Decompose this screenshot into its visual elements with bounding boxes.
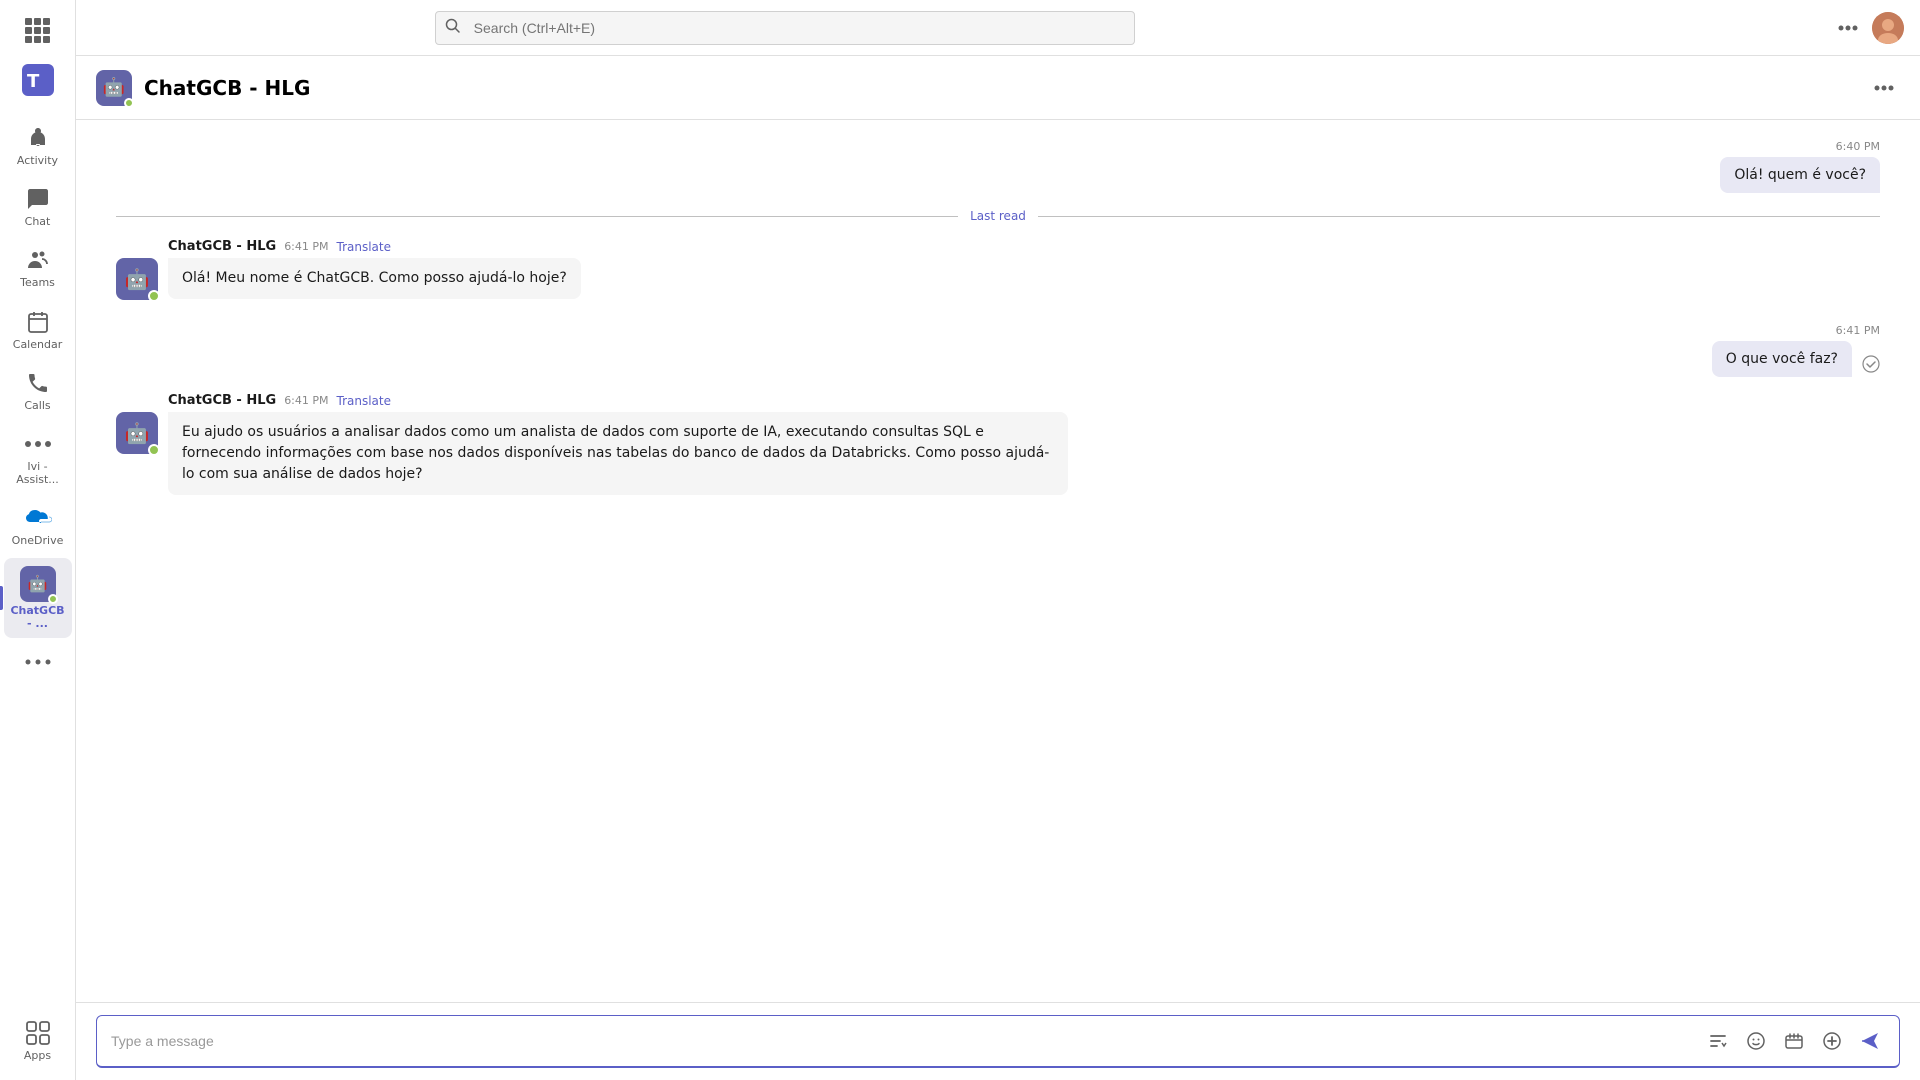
sidebar-item-calendar[interactable]: Calendar <box>4 300 72 359</box>
search-bar <box>435 11 1135 45</box>
last-read-label: Last read <box>970 209 1026 223</box>
sidebar-item-apps-label: Apps <box>24 1049 51 1062</box>
message-row-outgoing-2: 6:41 PM O que você faz? <box>116 324 1880 377</box>
search-icon <box>445 18 461 38</box>
divider-right <box>1038 216 1880 217</box>
sidebar-item-apps[interactable]: Apps <box>4 1011 72 1070</box>
incoming-avatar-online-2 <box>148 444 160 456</box>
sidebar-item-chatgcb[interactable]: 🤖 ChatGCB - ... <box>4 558 72 638</box>
incoming-time-1: 6:41 PM <box>284 240 328 253</box>
incoming-meta-2: ChatGCB - HLG 6:41 PM Translate <box>116 393 391 408</box>
sidebar-item-calls-label: Calls <box>24 399 50 412</box>
delivered-icon <box>1862 355 1880 377</box>
sidebar-item-calls[interactable]: Calls <box>4 361 72 420</box>
incoming-sender-2: ChatGCB - HLG <box>168 393 276 408</box>
chatgcb-icon: 🤖 <box>20 566 56 602</box>
sidebar-item-onedrive-label: OneDrive <box>12 534 64 547</box>
topbar-more-button[interactable] <box>1832 12 1864 44</box>
incoming-bubble-2: Eu ajudo os usuários a analisar dados co… <box>168 412 1068 495</box>
sidebar-item-teams[interactable]: Teams <box>4 238 72 297</box>
translate-link-2[interactable]: Translate <box>337 394 392 408</box>
chat-header-right <box>1868 72 1900 104</box>
sidebar-item-chat-label: Chat <box>25 215 51 228</box>
sidebar-item-waffle[interactable] <box>4 8 72 52</box>
incoming-bubble-wrap-2: 🤖 Eu ajudo os usuários a analisar dados … <box>116 412 1068 495</box>
emoji-button[interactable] <box>1741 1026 1771 1056</box>
outgoing-bubble-1: Olá! quem é você? <box>1720 157 1880 193</box>
sidebar-item-onedrive[interactable]: OneDrive <box>4 496 72 555</box>
message-input-area <box>76 1002 1920 1080</box>
last-read-divider: Last read <box>116 209 1880 223</box>
incoming-avatar-1: 🤖 <box>116 258 158 300</box>
incoming-avatar-2: 🤖 <box>116 412 158 454</box>
chat-header: 🤖 ChatGCB - HLG <box>76 56 1920 120</box>
sidebar-item-assistant-label: Ivi - Assist... <box>8 460 68 486</box>
incoming-time-2: 6:41 PM <box>284 394 328 407</box>
sidebar-item-chatgcb-label: ChatGCB - ... <box>8 604 68 630</box>
incoming-avatar-online-1 <box>148 290 160 302</box>
message-input-box <box>96 1015 1900 1068</box>
chat-bot-avatar: 🤖 <box>96 70 132 106</box>
chat-title: ChatGCB - HLG <box>144 76 310 100</box>
sticker-button[interactable] <box>1779 1026 1809 1056</box>
apps-icon <box>24 1019 52 1047</box>
sidebar-item-teams-label: Teams <box>20 276 55 289</box>
send-button[interactable] <box>1855 1026 1885 1056</box>
message-time-3: 6:41 PM <box>1836 324 1880 337</box>
message-row-incoming-2: ChatGCB - HLG 6:41 PM Translate 🤖 Eu aju… <box>116 393 1880 495</box>
calls-icon <box>24 369 52 397</box>
topbar-right <box>1832 12 1904 44</box>
incoming-sender-1: ChatGCB - HLG <box>168 239 276 254</box>
assistant-icon <box>24 430 52 458</box>
outgoing-bubble-row-2: O que você faz? <box>1712 341 1880 377</box>
input-actions <box>1703 1026 1885 1056</box>
search-input[interactable] <box>435 11 1135 45</box>
sidebar-item-chat[interactable]: Chat <box>4 177 72 236</box>
teams-logo: T <box>14 56 62 108</box>
more-icon <box>24 648 52 676</box>
incoming-bubble-1: Olá! Meu nome é ChatGCB. Como posso ajud… <box>168 258 581 299</box>
attach-button[interactable] <box>1817 1026 1847 1056</box>
sidebar-item-activity-label: Activity <box>17 154 58 167</box>
topbar <box>76 0 1920 56</box>
outgoing-bubble-2: O que você faz? <box>1712 341 1852 377</box>
incoming-bubble-wrap-1: 🤖 Olá! Meu nome é ChatGCB. Como posso aj… <box>116 258 581 300</box>
chatgcb-online-dot <box>48 594 58 604</box>
waffle-icon <box>24 16 52 44</box>
chat-icon <box>24 185 52 213</box>
sidebar-item-calendar-label: Calendar <box>13 338 62 351</box>
sidebar: T Activity Chat Teams <box>0 0 76 1080</box>
message-time-1: 6:40 PM <box>1836 140 1880 153</box>
sidebar-item-assistant[interactable]: Ivi - Assist... <box>4 422 72 494</box>
calendar-icon <box>24 308 52 336</box>
translate-link-1[interactable]: Translate <box>337 240 392 254</box>
format-button[interactable] <box>1703 1026 1733 1056</box>
divider-left <box>116 216 958 217</box>
teams-nav-icon <box>24 246 52 274</box>
chat-bot-online-dot <box>124 98 134 108</box>
main-content: 🤖 ChatGCB - HLG 6:40 PM Olá! quem é você… <box>76 0 1920 1080</box>
onedrive-icon <box>24 504 52 532</box>
svg-text:T: T <box>27 71 40 92</box>
activity-icon <box>24 124 52 152</box>
message-row-incoming-1: ChatGCB - HLG 6:41 PM Translate 🤖 Olá! M… <box>116 239 1880 300</box>
sidebar-item-more[interactable] <box>4 640 72 684</box>
messages-area: 6:40 PM Olá! quem é você? Last read Chat… <box>76 120 1920 1002</box>
incoming-meta-1: ChatGCB - HLG 6:41 PM Translate <box>116 239 391 254</box>
message-row-outgoing-1: 6:40 PM Olá! quem é você? <box>116 140 1880 193</box>
chat-more-button[interactable] <box>1868 72 1900 104</box>
user-avatar[interactable] <box>1872 12 1904 44</box>
message-input[interactable] <box>111 1033 1693 1049</box>
sidebar-item-activity[interactable]: Activity <box>4 116 72 175</box>
